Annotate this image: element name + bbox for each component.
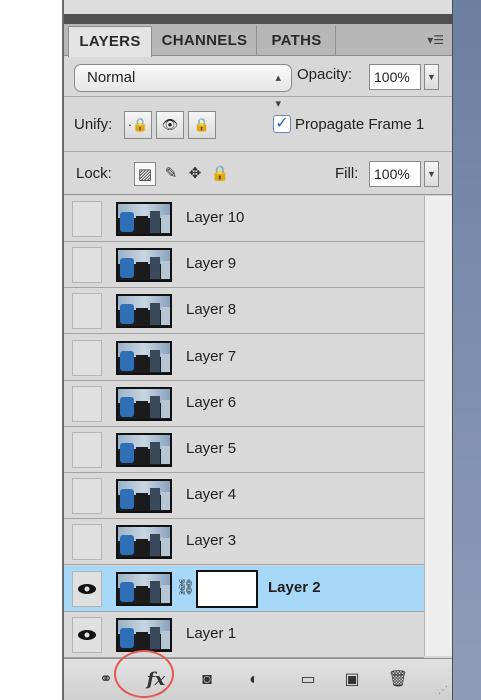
layers-panel: LAYERS CHANNELS PATHS ▾☰ Normal ▴ ▾ Opaci… — [62, 0, 453, 700]
lock-pixels-brush-icon[interactable]: ✎ — [160, 162, 182, 186]
visibility-toggle[interactable] — [72, 571, 102, 607]
layer-thumbnail — [116, 341, 172, 375]
desktop-background — [453, 0, 481, 700]
blend-row: Normal ▴ ▾ Opacity: 100% ▼ — [64, 57, 452, 110]
add-layer-mask-icon[interactable]: ◙ — [195, 669, 219, 691]
propagate-frame-label: Propagate Frame 1 — [295, 116, 425, 133]
new-layer-icon[interactable]: ▣ — [340, 669, 364, 691]
tab-channels[interactable]: CHANNELS — [153, 26, 257, 56]
layer-row[interactable]: Layer 9 — [64, 242, 424, 288]
visibility-toggle[interactable] — [72, 201, 102, 237]
lock-label: Lock: — [76, 165, 112, 182]
blend-mode-select[interactable]: Normal ▴ ▾ — [74, 64, 292, 110]
mask-link-icon[interactable]: ⛓ — [176, 578, 195, 596]
unify-position-icon[interactable]: ·🔒 — [124, 111, 152, 139]
layer-name: Layer 3 — [186, 532, 237, 549]
background-left — [0, 0, 62, 700]
opacity-label: Opacity: — [297, 66, 353, 83]
layer-thumbnail — [116, 294, 172, 328]
unify-row: Unify: ·🔒 👁 🔒 ✓ Propagate Frame 1 — [64, 98, 452, 152]
layer-name: Layer 10 — [186, 209, 245, 226]
visibility-toggle[interactable] — [72, 524, 102, 560]
layer-thumbnail — [116, 202, 172, 236]
visibility-toggle[interactable] — [72, 340, 102, 376]
layer-name: Layer 2 — [268, 579, 321, 596]
visibility-toggle[interactable] — [72, 432, 102, 468]
panel-title-bar — [64, 14, 452, 24]
layer-thumbnail — [116, 525, 172, 559]
layer-name: Layer 4 — [186, 486, 237, 503]
layer-thumbnail — [116, 387, 172, 421]
lock-transparency-icon[interactable]: ▨ — [134, 162, 156, 186]
layer-row[interactable]: ⛓ Layer 2 — [64, 566, 424, 612]
adjustment-layer-icon[interactable]: ◐ — [242, 669, 266, 691]
unify-style-icon[interactable]: 🔒 — [188, 111, 216, 139]
fill-dropdown-icon[interactable]: ▼ — [424, 161, 439, 187]
layer-row[interactable]: Layer 8 — [64, 288, 424, 334]
annotation-circle — [114, 650, 174, 698]
layer-thumbnail — [116, 618, 172, 652]
panel-menu-icon[interactable]: ▾☰ — [422, 32, 444, 48]
layer-row[interactable]: Layer 7 — [64, 335, 424, 381]
layer-list: Layer 10 Layer 9 Layer 8 Layer 7 Layer 6 Laye… — [64, 196, 424, 658]
unify-visibility-icon[interactable]: 👁 — [156, 111, 184, 139]
layer-row[interactable]: Layer 10 — [64, 196, 424, 242]
layer-name: Layer 6 — [186, 394, 237, 411]
lock-row: Lock: ▨ ✎ ✥ 🔒 Fill: 100% ▼ — [64, 153, 452, 195]
layer-name: Layer 5 — [186, 440, 237, 457]
layer-thumbnail — [116, 572, 172, 606]
opacity-field[interactable]: 100% — [369, 64, 421, 90]
layer-thumbnail — [116, 433, 172, 467]
trash-icon[interactable]: 🗑 — [386, 669, 410, 691]
eye-icon — [78, 630, 96, 640]
layer-mask-thumbnail[interactable] — [196, 570, 258, 608]
visibility-toggle[interactable] — [72, 478, 102, 514]
visibility-toggle[interactable] — [72, 293, 102, 329]
blend-mode-value: Normal — [87, 69, 136, 86]
fill-label: Fill: — [335, 165, 359, 182]
visibility-toggle[interactable] — [72, 247, 102, 283]
layer-name: Layer 7 — [186, 348, 237, 365]
layer-list-scrollbar[interactable] — [424, 196, 452, 656]
propagate-frame-checkbox[interactable]: ✓ — [273, 115, 291, 133]
lock-position-move-icon[interactable]: ✥ — [184, 162, 206, 186]
layer-row[interactable]: Layer 4 — [64, 473, 424, 519]
layer-thumbnail — [116, 248, 172, 282]
resize-grip-icon[interactable]: ⋰ — [438, 685, 448, 696]
visibility-toggle[interactable] — [72, 617, 102, 653]
layer-name: Layer 9 — [186, 255, 237, 272]
lock-all-icon[interactable]: 🔒 — [209, 162, 231, 186]
layer-row[interactable]: Layer 3 — [64, 519, 424, 565]
unify-label: Unify: — [74, 116, 113, 133]
layer-thumbnail — [116, 479, 172, 513]
layer-row[interactable]: Layer 6 — [64, 381, 424, 427]
layer-name: Layer 8 — [186, 301, 237, 318]
layer-row[interactable]: Layer 5 — [64, 427, 424, 473]
fill-field[interactable]: 100% — [369, 161, 421, 187]
new-group-icon[interactable]: ▭ — [296, 669, 320, 691]
layer-name: Layer 1 — [186, 625, 237, 642]
eye-icon — [78, 584, 96, 594]
tab-paths[interactable]: PATHS — [258, 26, 336, 56]
opacity-dropdown-icon[interactable]: ▼ — [424, 64, 439, 90]
layer-row[interactable]: Layer 1 — [64, 612, 424, 658]
panel-tabs: LAYERS CHANNELS PATHS ▾☰ — [64, 24, 452, 57]
panel-top-strip — [64, 0, 452, 14]
tab-layers[interactable]: LAYERS — [68, 26, 152, 57]
visibility-toggle[interactable] — [72, 386, 102, 422]
